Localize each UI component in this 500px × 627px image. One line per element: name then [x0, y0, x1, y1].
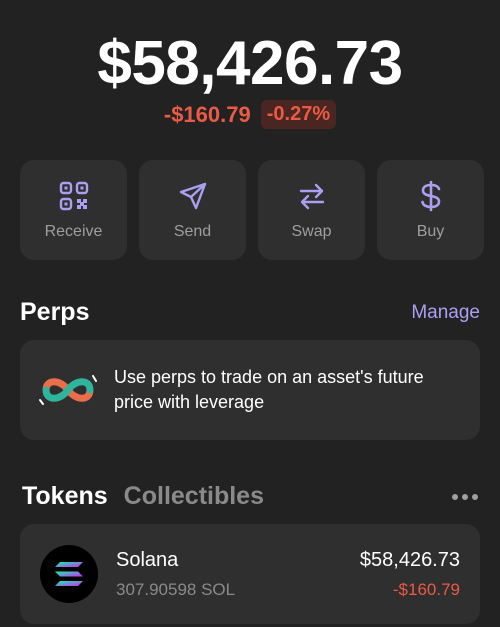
balance-change-percent-badge: -0.27%	[260, 100, 337, 129]
token-info: Solana 307.90598 SOL	[116, 549, 360, 600]
action-bar: Receive Send Swap Buy	[20, 160, 484, 260]
token-change-value: -$160.79	[392, 579, 460, 599]
token-row-solana[interactable]: Solana 307.90598 SOL $58,426.73 -$160.79	[20, 524, 480, 624]
balance-change: -$160.79 -0.27%	[0, 100, 500, 129]
swap-label: Swap	[291, 223, 332, 240]
perps-promo-card[interactable]: Use perps to trade on an asset's future …	[20, 340, 480, 440]
token-name: Solana	[116, 548, 179, 571]
token-values: $58,426.73 -$160.79	[360, 549, 460, 600]
send-label: Send	[173, 223, 212, 240]
dollar-icon	[420, 180, 440, 212]
solana-logo-icon	[40, 545, 98, 603]
perps-promo-text: Use perps to trade on an asset's future …	[114, 365, 424, 415]
balance-change-amount: -$160.79	[163, 101, 251, 127]
manage-perps-link[interactable]: Manage	[411, 302, 480, 324]
swap-button[interactable]: Swap	[258, 160, 365, 260]
send-icon	[179, 182, 206, 210]
receive-label: Receive	[44, 223, 103, 240]
buy-button[interactable]: Buy	[377, 160, 484, 260]
buy-label: Buy	[416, 223, 445, 240]
tab-tokens[interactable]: Tokens	[22, 482, 108, 511]
token-amount: 307.90598 SOL	[116, 579, 236, 599]
perps-promo-line-1: Use perps to trade on an asset's future	[114, 367, 424, 387]
more-options-icon[interactable]	[452, 494, 478, 500]
perps-heading: Perps	[20, 298, 90, 326]
token-usd-value: $58,426.73	[359, 548, 460, 571]
qr-code-icon	[59, 181, 88, 211]
swap-icon	[299, 183, 324, 210]
perps-promo-line-2: price with leverage	[114, 392, 265, 412]
send-button[interactable]: Send	[139, 160, 246, 260]
total-balance: $58,426.73	[97, 29, 403, 98]
perps-infinity-logo	[39, 375, 97, 405]
receive-button[interactable]: Receive	[20, 160, 127, 260]
tab-collectibles[interactable]: Collectibles	[124, 482, 264, 511]
asset-tabs: Tokens Collectibles	[22, 482, 264, 511]
